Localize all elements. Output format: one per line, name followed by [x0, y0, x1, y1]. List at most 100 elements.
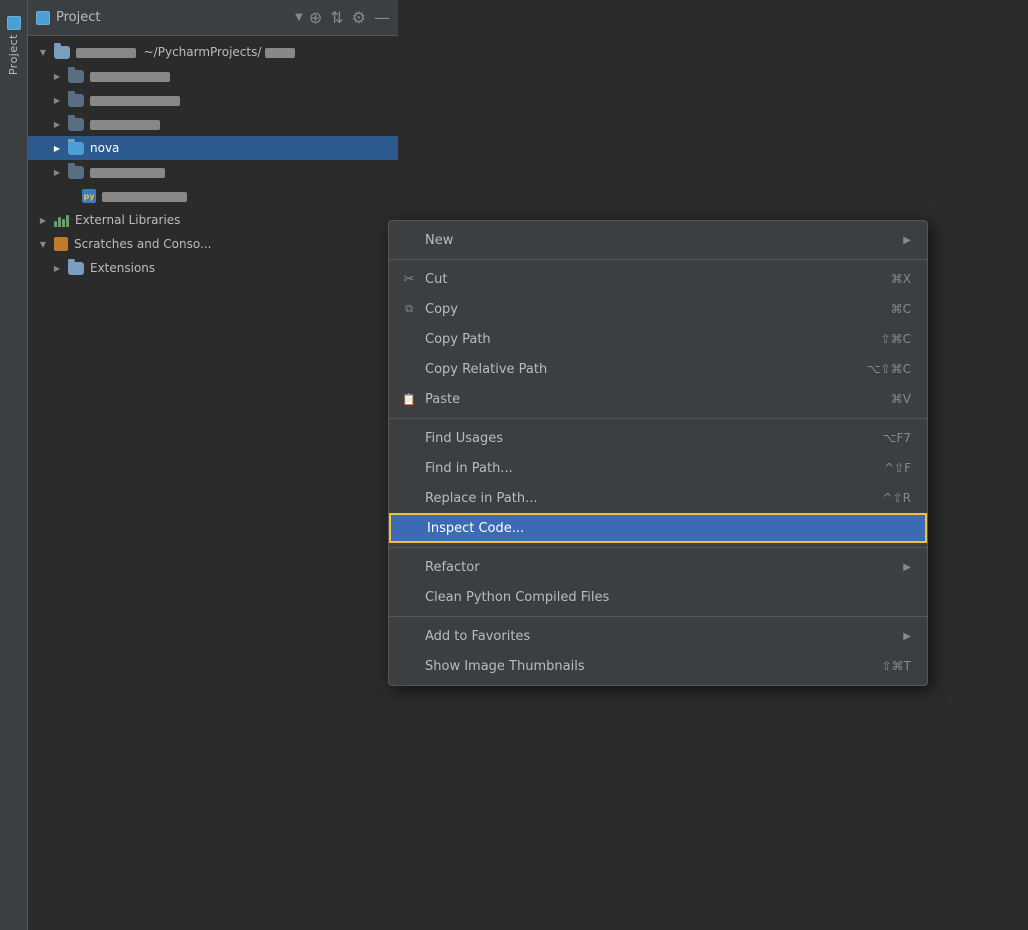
- tree-item[interactable]: [28, 112, 398, 136]
- sidebar-tab-label: Project: [7, 34, 20, 83]
- menu-shortcut: ⌥⇧⌘C: [867, 362, 911, 376]
- menu-item-show-image-thumbnails[interactable]: Show Image Thumbnails ⇧⌘T: [389, 651, 927, 681]
- menu-icon-empty: [401, 559, 417, 575]
- panel-header: Project ▼ ⊕ ⇅ ⚙ —: [28, 0, 398, 36]
- menu-label: Refactor: [425, 560, 895, 575]
- menu-icon-empty: [401, 430, 417, 446]
- minimize-button[interactable]: —: [374, 10, 390, 26]
- menu-icon-empty: [401, 460, 417, 476]
- library-icon: [54, 213, 69, 227]
- tree-item-external-libraries[interactable]: External Libraries: [28, 208, 398, 232]
- menu-item-refactor[interactable]: Refactor ▶: [389, 552, 927, 582]
- item-label: [90, 93, 180, 107]
- menu-icon-empty: [401, 589, 417, 605]
- folder-icon: [54, 46, 70, 59]
- folder-icon: [68, 166, 84, 179]
- file-tree: ~/PycharmProjects/: [28, 36, 398, 284]
- item-label: ~/PycharmProjects/: [76, 45, 295, 59]
- menu-label: Find in Path...: [425, 461, 876, 476]
- expand-arrow[interactable]: [36, 237, 50, 251]
- item-label: Scratches and Conso...: [74, 237, 211, 251]
- tree-item[interactable]: [28, 64, 398, 88]
- tree-item[interactable]: ~/PycharmProjects/: [28, 40, 398, 64]
- menu-separator: [389, 616, 927, 617]
- menu-label: Copy Path: [425, 332, 873, 347]
- tree-item-nova[interactable]: nova: [28, 136, 398, 160]
- expand-arrow[interactable]: [36, 213, 50, 227]
- menu-item-find-usages[interactable]: Find Usages ⌥F7: [389, 423, 927, 453]
- copy-icon: ⧉: [401, 301, 417, 317]
- menu-item-inspect-code[interactable]: Inspect Code...: [389, 513, 927, 543]
- menu-item-find-in-path[interactable]: Find in Path... ^⇧F: [389, 453, 927, 483]
- expand-arrow[interactable]: [50, 141, 64, 155]
- paste-icon: 📋: [401, 391, 417, 407]
- item-label: [90, 69, 170, 83]
- folder-icon: [68, 262, 84, 275]
- menu-item-new[interactable]: New ▶: [389, 225, 927, 255]
- menu-icon-empty: [401, 331, 417, 347]
- expand-arrow[interactable]: [50, 69, 64, 83]
- scratches-icon: [54, 237, 68, 251]
- panel-title: Project: [56, 10, 289, 25]
- menu-shortcut: ^⇧R: [883, 491, 911, 505]
- menu-item-cut[interactable]: ✂ Cut ⌘X: [389, 264, 927, 294]
- expand-arrow[interactable]: [50, 165, 64, 179]
- item-label: [90, 165, 165, 179]
- scroll-button[interactable]: ⇅: [330, 10, 343, 26]
- expand-arrow[interactable]: [50, 261, 64, 275]
- add-button[interactable]: ⊕: [309, 10, 322, 26]
- menu-item-copy[interactable]: ⧉ Copy ⌘C: [389, 294, 927, 324]
- menu-icon-empty: [401, 628, 417, 644]
- menu-shortcut: ⇧⌘C: [881, 332, 911, 346]
- panel-icon: [36, 11, 50, 25]
- item-label: nova: [90, 141, 119, 155]
- menu-icon-empty: [403, 520, 419, 536]
- menu-icon-empty: [401, 658, 417, 674]
- settings-button[interactable]: ⚙: [352, 10, 366, 26]
- submenu-arrow: ▶: [903, 562, 911, 573]
- tree-item-extensions[interactable]: Extensions: [28, 256, 398, 280]
- menu-item-paste[interactable]: 📋 Paste ⌘V: [389, 384, 927, 414]
- folder-icon: [68, 94, 84, 107]
- menu-shortcut: ⌘C: [891, 302, 911, 316]
- menu-separator: [389, 547, 927, 548]
- tree-item-scratches[interactable]: Scratches and Conso...: [28, 232, 398, 256]
- menu-label: Cut: [425, 272, 883, 287]
- sidebar-tab[interactable]: Project: [0, 0, 28, 930]
- menu-item-copy-relative-path[interactable]: Copy Relative Path ⌥⇧⌘C: [389, 354, 927, 384]
- item-label: [102, 189, 187, 203]
- menu-label: Clean Python Compiled Files: [425, 590, 911, 605]
- expand-arrow[interactable]: [36, 45, 50, 59]
- item-label: [90, 117, 160, 131]
- menu-label: Copy: [425, 302, 883, 317]
- menu-item-clean-python[interactable]: Clean Python Compiled Files: [389, 582, 927, 612]
- menu-icon-empty: [401, 490, 417, 506]
- item-label: External Libraries: [75, 213, 180, 227]
- menu-label: Add to Favorites: [425, 629, 895, 644]
- project-tab-icon: [7, 16, 21, 30]
- python-file-icon: py: [82, 189, 96, 203]
- menu-shortcut: ^⇧F: [884, 461, 911, 475]
- menu-label: Find Usages: [425, 431, 875, 446]
- context-menu: New ▶ ✂ Cut ⌘X ⧉ Copy ⌘C Copy Path ⇧⌘C C…: [388, 220, 928, 686]
- menu-separator: [389, 259, 927, 260]
- folder-icon: [68, 118, 84, 131]
- folder-icon: [68, 142, 84, 155]
- menu-label: New: [425, 233, 895, 248]
- menu-shortcut: ⌘V: [891, 392, 911, 406]
- tree-item[interactable]: [28, 160, 398, 184]
- menu-item-replace-in-path[interactable]: Replace in Path... ^⇧R: [389, 483, 927, 513]
- menu-shortcut: ⌥F7: [883, 431, 911, 445]
- menu-label: Show Image Thumbnails: [425, 659, 874, 674]
- expand-arrow[interactable]: [50, 93, 64, 107]
- expand-arrow: [64, 189, 78, 203]
- tree-item[interactable]: [28, 88, 398, 112]
- folder-icon: [68, 70, 84, 83]
- panel-arrow[interactable]: ▼: [295, 12, 303, 23]
- menu-item-add-to-favorites[interactable]: Add to Favorites ▶: [389, 621, 927, 651]
- panel-actions: ⊕ ⇅ ⚙ —: [309, 10, 390, 26]
- cut-icon: ✂: [401, 271, 417, 287]
- tree-item[interactable]: py: [28, 184, 398, 208]
- menu-item-copy-path[interactable]: Copy Path ⇧⌘C: [389, 324, 927, 354]
- expand-arrow[interactable]: [50, 117, 64, 131]
